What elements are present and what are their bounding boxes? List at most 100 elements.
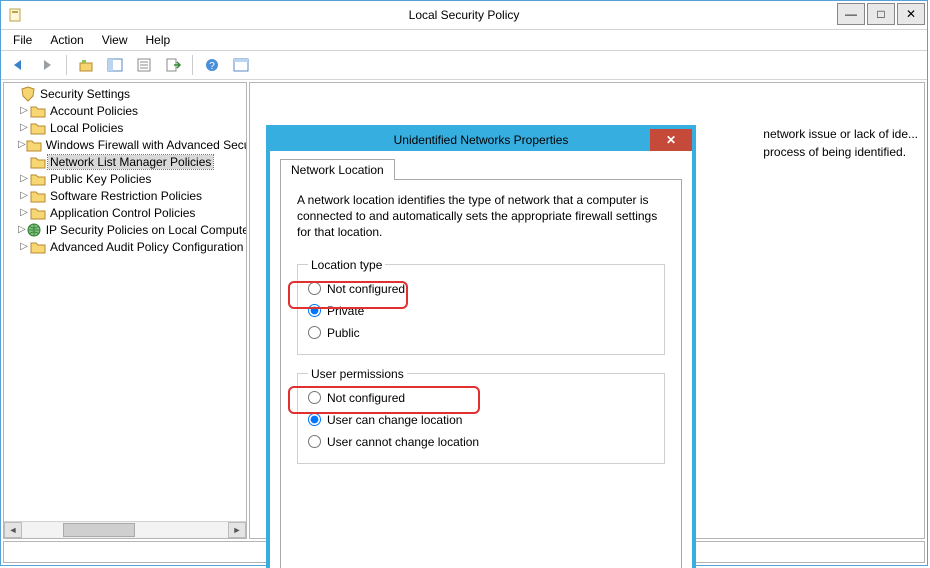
- close-button[interactable]: ✕: [897, 3, 925, 25]
- tree-root-label: Security Settings: [38, 87, 132, 101]
- maximize-button[interactable]: □: [867, 3, 895, 25]
- titlebar: Local Security Policy — □ ✕: [1, 1, 927, 30]
- folder-icon: [30, 154, 46, 170]
- radio-public[interactable]: Public: [308, 322, 654, 344]
- refresh-button[interactable]: [228, 53, 254, 77]
- dialog-description: A network location identifies the type o…: [297, 192, 665, 240]
- window-controls: — □ ✕: [837, 3, 925, 25]
- radio-label: Not configured: [327, 282, 405, 296]
- security-tree[interactable]: ▷ Security Settings ▷ Account Policies ▷ Lo…: [4, 83, 246, 521]
- toolbar-separator: [192, 55, 193, 75]
- radio-label: Private: [327, 304, 364, 318]
- radio-label: User can change location: [327, 413, 462, 427]
- export-button[interactable]: [160, 53, 186, 77]
- tree-item-label: Account Policies: [48, 104, 140, 118]
- menu-view[interactable]: View: [94, 32, 136, 48]
- forward-button[interactable]: [34, 53, 60, 77]
- radio-label: User cannot change location: [327, 435, 479, 449]
- radio-input[interactable]: [308, 326, 321, 339]
- folder-icon: [30, 120, 46, 136]
- content-line: network issue or lack of ide...: [763, 125, 918, 143]
- dialog-titlebar[interactable]: Unidentified Networks Properties ✕: [270, 129, 692, 151]
- tree-item[interactable]: ▷ Account Policies: [4, 102, 246, 119]
- tree-item-label: Windows Firewall with Advanced Secu: [44, 138, 246, 152]
- radio-input[interactable]: [308, 304, 321, 317]
- dialog-close-button[interactable]: ✕: [650, 129, 692, 151]
- expander-icon[interactable]: ▷: [18, 207, 30, 218]
- radio-private[interactable]: Private: [308, 300, 654, 322]
- menu-file[interactable]: File: [5, 32, 40, 48]
- expander-icon[interactable]: ▷: [18, 241, 30, 252]
- radio-perm-can-change[interactable]: User can change location: [308, 409, 654, 431]
- tree-item-label: Local Policies: [48, 121, 125, 135]
- radio-input[interactable]: [308, 435, 321, 448]
- tree-item-label: Advanced Audit Policy Configuration: [48, 240, 245, 254]
- svg-text:?: ?: [209, 61, 215, 72]
- main-window: Local Security Policy — □ ✕ File Action …: [0, 0, 928, 566]
- radio-input[interactable]: [308, 413, 321, 426]
- radio-input[interactable]: [308, 282, 321, 295]
- globe-icon: [26, 222, 42, 238]
- properties-dialog: Unidentified Networks Properties ✕ Netwo…: [266, 125, 696, 568]
- horizontal-scrollbar[interactable]: ◄ ►: [4, 521, 246, 538]
- menubar: File Action View Help: [1, 30, 927, 51]
- help-button[interactable]: ?: [199, 53, 225, 77]
- content-line: process of being identified.: [763, 143, 918, 161]
- tree-item-label: Application Control Policies: [48, 206, 197, 220]
- folder-icon: [30, 205, 46, 221]
- radio-perm-cannot-change[interactable]: User cannot change location: [308, 431, 654, 453]
- expander-icon[interactable]: ▷: [18, 122, 30, 133]
- tree-item[interactable]: ▷ Software Restriction Policies: [4, 187, 246, 204]
- menu-action[interactable]: Action: [42, 32, 91, 48]
- folder-icon: [30, 188, 46, 204]
- radio-perm-not-configured[interactable]: Not configured: [308, 387, 654, 409]
- toolbar-separator: [66, 55, 67, 75]
- tree-item-label: Network List Manager Policies: [48, 155, 213, 169]
- expander-icon[interactable]: ▷: [18, 190, 30, 201]
- tree-item-label: Public Key Policies: [48, 172, 153, 186]
- tab-content: A network location identifies the type o…: [280, 179, 682, 568]
- scroll-track[interactable]: [22, 523, 228, 537]
- radio-input[interactable]: [308, 391, 321, 404]
- scroll-thumb[interactable]: [63, 523, 135, 537]
- group-location-type: Location type Not configured Private Pub…: [297, 258, 665, 355]
- tab-network-location[interactable]: Network Location: [280, 159, 395, 180]
- expander-icon[interactable]: ▷: [18, 173, 30, 184]
- tree-item[interactable]: ▷ Windows Firewall with Advanced Secu: [4, 136, 246, 153]
- folder-icon: [30, 103, 46, 119]
- scroll-right-button[interactable]: ►: [228, 522, 246, 538]
- tree-item-label: Software Restriction Policies: [48, 189, 204, 203]
- content-text: network issue or lack of ide... process …: [763, 125, 918, 161]
- group-location-legend: Location type: [308, 258, 385, 272]
- minimize-button[interactable]: —: [837, 3, 865, 25]
- tree-root[interactable]: ▷ Security Settings: [4, 85, 246, 102]
- radio-label: Public: [327, 326, 360, 340]
- dialog-body: Network Location A network location iden…: [270, 151, 692, 568]
- tree-item[interactable]: ▷ Advanced Audit Policy Configuration: [4, 238, 246, 255]
- shield-icon: [20, 86, 36, 102]
- tree-item[interactable]: ▷ Local Policies: [4, 119, 246, 136]
- radio-label: Not configured: [327, 391, 405, 405]
- show-hide-tree-button[interactable]: [102, 53, 128, 77]
- scroll-left-button[interactable]: ◄: [4, 522, 22, 538]
- expander-icon[interactable]: ▷: [18, 105, 30, 116]
- tree-item[interactable]: ▷ Public Key Policies: [4, 170, 246, 187]
- menu-help[interactable]: Help: [138, 32, 179, 48]
- tree-item-label: IP Security Policies on Local Compute: [44, 223, 246, 237]
- folder-icon: [26, 137, 42, 153]
- properties-button[interactable]: [131, 53, 157, 77]
- expander-icon[interactable]: ▷: [18, 224, 26, 235]
- tree-item[interactable]: ▷ IP Security Policies on Local Compute: [4, 221, 246, 238]
- tree-item[interactable]: ▷Network List Manager Policies: [4, 153, 246, 170]
- back-button[interactable]: [5, 53, 31, 77]
- main-area: ▷ Security Settings ▷ Account Policies ▷ Lo…: [1, 80, 927, 541]
- folder-icon: [30, 171, 46, 187]
- folder-icon: [30, 239, 46, 255]
- tree-item[interactable]: ▷ Application Control Policies: [4, 204, 246, 221]
- group-permissions-legend: User permissions: [308, 367, 407, 381]
- dialog-title: Unidentified Networks Properties: [270, 133, 692, 147]
- radio-not-configured[interactable]: Not configured: [308, 278, 654, 300]
- up-button[interactable]: [73, 53, 99, 77]
- window-title: Local Security Policy: [1, 1, 927, 29]
- expander-icon[interactable]: ▷: [18, 139, 26, 150]
